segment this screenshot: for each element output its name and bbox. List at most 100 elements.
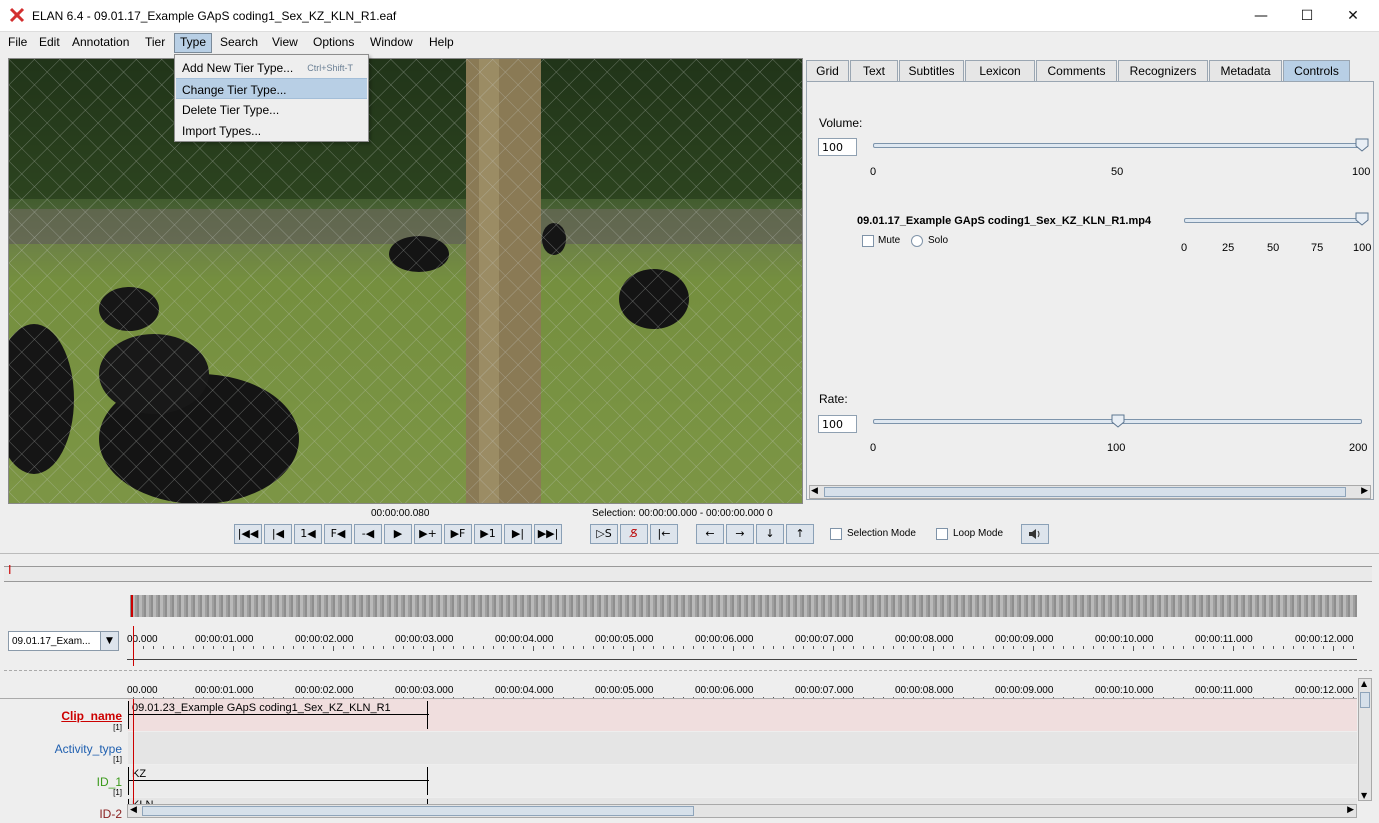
- play-button[interactable]: ▶: [384, 524, 412, 544]
- time-ruler-tiers[interactable]: 00.000 00:00:01.000 00:00:02.000 00:00:03.0…: [127, 681, 1357, 702]
- scroll-down-icon[interactable]: ▼: [1361, 791, 1367, 800]
- media-volume-slider-thumb[interactable]: [1355, 212, 1369, 226]
- ruler-tick-label: 00:00:08.000: [895, 634, 954, 645]
- selection-label: Selection: 00:00:00.000 - 00:00:00.000 0: [592, 508, 773, 519]
- tier-count: [1]: [113, 723, 122, 732]
- selection-begin-button[interactable]: |←: [650, 524, 678, 544]
- menu-edit[interactable]: Edit: [39, 35, 60, 49]
- annotation-below-button[interactable]: ↓: [756, 524, 784, 544]
- overview-ruler[interactable]: I: [4, 563, 1372, 582]
- scroll-thumb[interactable]: [824, 487, 1346, 497]
- next-second-button[interactable]: ▶1: [474, 524, 502, 544]
- controls-panel: Volume: 100 0 50 100 09.01.17_Example GA…: [806, 81, 1374, 500]
- previous-frame-button[interactable]: F◀: [324, 524, 352, 544]
- previous-scrollview-button[interactable]: |◀: [264, 524, 292, 544]
- menu-annotation[interactable]: Annotation: [72, 35, 129, 49]
- menu-file[interactable]: File: [8, 35, 27, 49]
- next-frame-button[interactable]: ▶F: [444, 524, 472, 544]
- window-title: ELAN 6.4 - 09.01.17_Example GApS coding1…: [32, 9, 397, 23]
- ruler-tick: [563, 646, 564, 649]
- tab-subtitles[interactable]: Subtitles: [899, 60, 964, 81]
- tier-name-id1[interactable]: ID_1: [0, 775, 122, 789]
- annotation-above-button[interactable]: ↑: [786, 524, 814, 544]
- tier-name-activity-type[interactable]: Activity_type: [0, 742, 122, 756]
- media-volume-slider-track[interactable]: [1184, 218, 1362, 223]
- previous-annotation-button[interactable]: ←: [696, 524, 724, 544]
- speaker-icon[interactable]: [1021, 524, 1049, 544]
- ruler-tick: [343, 646, 344, 649]
- delete-tier-type-item[interactable]: Delete Tier Type...: [176, 99, 367, 120]
- menu-help[interactable]: Help: [429, 35, 454, 49]
- play-selection-button[interactable]: ▷S: [590, 524, 618, 544]
- tab-metadata[interactable]: Metadata: [1209, 60, 1282, 81]
- menu-options[interactable]: Options: [313, 35, 354, 49]
- menu-tier[interactable]: Tier: [145, 35, 165, 49]
- scroll-up-icon[interactable]: ▲: [1361, 679, 1367, 688]
- ruler-tick-label: 00:00:06.000: [695, 685, 754, 696]
- add-new-tier-type-item[interactable]: Add New Tier Type... Ctrl+Shift-T: [176, 57, 367, 78]
- go-to-begin-button[interactable]: |◀◀: [234, 524, 262, 544]
- go-to-end-button[interactable]: ▶▶|: [534, 524, 562, 544]
- scroll-thumb[interactable]: [142, 806, 694, 816]
- tab-comments[interactable]: Comments: [1036, 60, 1117, 81]
- tab-controls[interactable]: Controls: [1283, 60, 1350, 81]
- tab-recognizers[interactable]: Recognizers: [1118, 60, 1208, 81]
- tier-horizontal-scrollbar[interactable]: ◀ ▶: [127, 804, 1357, 818]
- volume-input[interactable]: 100: [818, 138, 857, 156]
- maximize-button[interactable]: ☐: [1284, 0, 1330, 32]
- ruler-tick-label: 00:00:10.000: [1095, 634, 1154, 645]
- previous-pixel-button[interactable]: -◀: [354, 524, 382, 544]
- waveform-viewer[interactable]: [130, 595, 1357, 617]
- scroll-left-icon[interactable]: ◀: [811, 486, 818, 496]
- media-select-dropdown[interactable]: 09.01.17_Exam... ▼: [8, 631, 119, 651]
- menu-view[interactable]: View: [272, 35, 298, 49]
- ruler-tick: [263, 646, 264, 649]
- ruler-tick: [213, 646, 214, 649]
- tier-row-activity-type[interactable]: [128, 732, 1357, 764]
- rate-slider-thumb[interactable]: [1111, 414, 1125, 428]
- next-scrollview-button[interactable]: ▶|: [504, 524, 532, 544]
- ruler-tick: [223, 646, 224, 649]
- close-button[interactable]: ✕: [1330, 0, 1376, 32]
- selection-mode-checkbox[interactable]: [830, 528, 842, 540]
- tab-lexicon[interactable]: Lexicon: [965, 60, 1035, 81]
- tier-name-clip-name[interactable]: Clip_name: [0, 709, 122, 723]
- tier-name-id2[interactable]: ID-2: [0, 807, 122, 821]
- video-player[interactable]: [8, 58, 803, 504]
- scroll-right-icon[interactable]: ▶: [1347, 805, 1354, 815]
- ruler-tick: [1033, 646, 1034, 651]
- scroll-left-icon[interactable]: ◀: [130, 805, 137, 815]
- next-pixel-button[interactable]: ▶+: [414, 524, 442, 544]
- scroll-thumb[interactable]: [1360, 692, 1370, 708]
- solo-radio[interactable]: [911, 235, 923, 247]
- menu-type[interactable]: Type: [174, 33, 213, 53]
- previous-second-button[interactable]: 1◀: [294, 524, 322, 544]
- rate-input[interactable]: 100: [818, 415, 857, 433]
- annotation-clip-name[interactable]: 09.01.23_Example GApS coding1_Sex_KZ_KLN…: [128, 701, 429, 729]
- ruler-tick: [1193, 646, 1194, 649]
- volume-slider-thumb[interactable]: [1355, 138, 1369, 152]
- change-tier-type-item[interactable]: Change Tier Type...: [176, 78, 367, 99]
- chevron-down-icon[interactable]: ▼: [100, 632, 118, 650]
- annotation-id1[interactable]: KZ: [128, 767, 429, 795]
- tier-vertical-scrollbar[interactable]: ▲ ▼: [1358, 678, 1372, 801]
- import-types-item[interactable]: Import Types...: [176, 120, 367, 141]
- controls-horizontal-scrollbar[interactable]: ◀ ▶: [809, 485, 1371, 499]
- minimize-button[interactable]: —: [1238, 0, 1284, 32]
- loop-mode-checkbox[interactable]: [936, 528, 948, 540]
- next-annotation-button[interactable]: →: [726, 524, 754, 544]
- volume-slider-track[interactable]: [873, 143, 1362, 148]
- tab-text[interactable]: Text: [850, 60, 898, 81]
- clear-selection-button[interactable]: S̸: [620, 524, 648, 544]
- ruler-tick: [763, 646, 764, 649]
- time-ruler-top[interactable]: 00.000 00:00:01.000 00:00:02.000 00:00:03.0…: [127, 630, 1357, 660]
- scroll-right-icon[interactable]: ▶: [1361, 486, 1368, 496]
- media-tick-0: 0: [1181, 242, 1188, 254]
- type-menu-dropdown: Add New Tier Type... Ctrl+Shift-T Change…: [174, 54, 369, 142]
- mute-checkbox[interactable]: [862, 235, 874, 247]
- ruler-tick-label: 00.000: [127, 634, 158, 645]
- ruler-tick: [1093, 646, 1094, 649]
- tab-grid[interactable]: Grid: [806, 60, 849, 81]
- menu-search[interactable]: Search: [220, 35, 258, 49]
- menu-window[interactable]: Window: [370, 35, 413, 49]
